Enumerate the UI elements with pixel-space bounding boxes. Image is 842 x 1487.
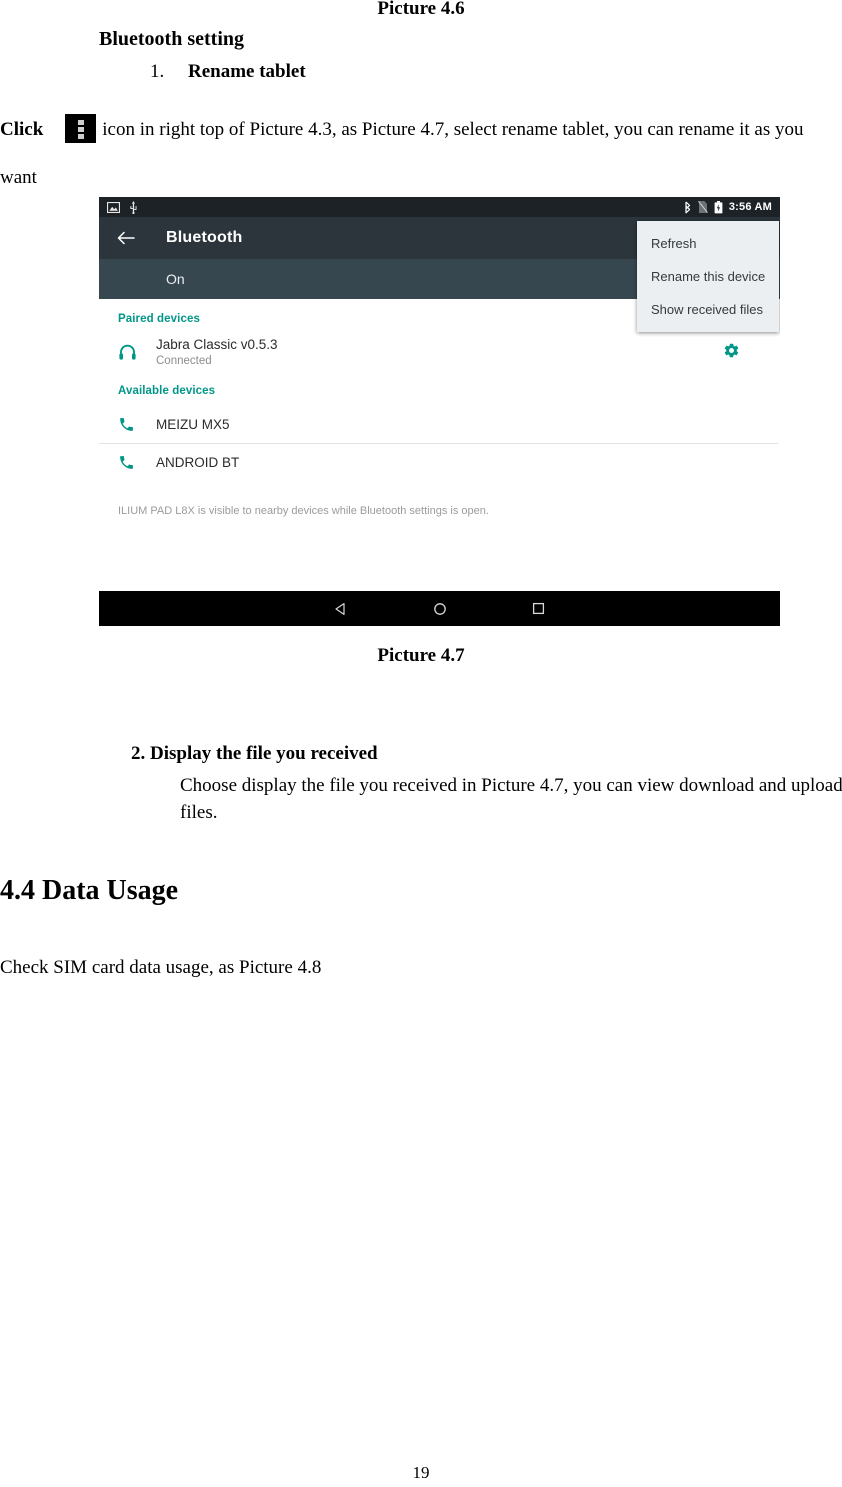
nav-home-icon[interactable] [433, 602, 447, 616]
paragraph-click-lead: Click [0, 119, 44, 140]
device-name: MEIZU MX5 [156, 417, 230, 432]
paragraph-sim-data-usage: Check SIM card data usage, as Picture 4.… [0, 957, 322, 978]
navigation-bar [99, 591, 780, 626]
menu-item-show-received-files[interactable]: Show received files [637, 293, 779, 326]
android-screenshot-picture-4-7: 3:56 AM Bluetooth On Refresh Rename this… [99, 197, 780, 626]
no-sim-icon [697, 201, 708, 213]
table-row[interactable]: Jabra Classic v0.5.3 Connected [99, 334, 780, 371]
device-info: ANDROID BT [156, 454, 239, 471]
overflow-menu-icon [65, 114, 97, 143]
usb-icon [130, 200, 137, 214]
paragraph-display-file-received: Choose display the file you received in … [180, 775, 842, 823]
picture-caption-top: Picture 4.6 [377, 0, 465, 19]
list-item-label: Rename tablet [188, 61, 306, 82]
battery-icon [714, 200, 723, 213]
headset-icon [118, 343, 148, 362]
menu-item-rename-this-device[interactable]: Rename this device [637, 260, 779, 293]
device-info: MEIZU MX5 [156, 416, 230, 433]
table-row[interactable]: MEIZU MX5 [99, 406, 780, 443]
app-bar-title: Bluetooth [166, 229, 243, 246]
document-page: Picture 4.6 Bluetooth setting 1. Rename t… [0, 0, 842, 1487]
bluetooth-toggle-state: On [166, 271, 185, 287]
status-bar-left-icons [107, 200, 138, 214]
device-name: Jabra Classic v0.5.3 [156, 337, 278, 352]
screenshot-icon [107, 201, 120, 213]
table-row[interactable]: ANDROID BT [99, 444, 780, 481]
heading-data-usage: 4.4 Data Usage [0, 875, 179, 906]
back-arrow-icon[interactable] [113, 231, 139, 245]
list-item-number: 1. [150, 61, 165, 82]
visibility-note: ILIUM PAD L8X is visible to nearby devic… [118, 505, 489, 517]
device-status: Connected [156, 355, 212, 367]
paragraph-click-instruction: Click icon in right top of Picture 4.3, a… [0, 106, 842, 202]
device-name: ANDROID BT [156, 455, 240, 470]
picture-caption-bottom: Picture 4.7 [377, 645, 465, 666]
heading-display-file-received: 2. Display the file you received [131, 743, 378, 764]
device-info: Jabra Classic v0.5.3 Connected [156, 336, 278, 369]
menu-item-refresh[interactable]: Refresh [637, 227, 779, 260]
list-item-rename-tablet: 1. Rename tablet [150, 61, 306, 83]
status-bar: 3:56 AM [99, 197, 780, 217]
phone-icon [118, 416, 148, 433]
status-bar-right-icons: 3:56 AM [683, 200, 772, 214]
nav-recents-icon[interactable] [532, 602, 545, 615]
phone-icon [118, 454, 148, 471]
section-header-available-devices: Available devices [118, 385, 216, 397]
paragraph-click-rest: icon in right top of Picture 4.3, as Pic… [0, 119, 804, 188]
page-number: 19 [412, 1463, 430, 1482]
status-bar-clock: 3:56 AM [728, 201, 772, 213]
gear-icon[interactable] [723, 342, 740, 364]
heading-bluetooth-setting: Bluetooth setting [99, 28, 244, 50]
nav-back-icon[interactable] [334, 602, 348, 616]
bluetooth-icon [685, 201, 691, 213]
overflow-dropdown-menu: Refresh Rename this device Show received… [637, 221, 779, 332]
